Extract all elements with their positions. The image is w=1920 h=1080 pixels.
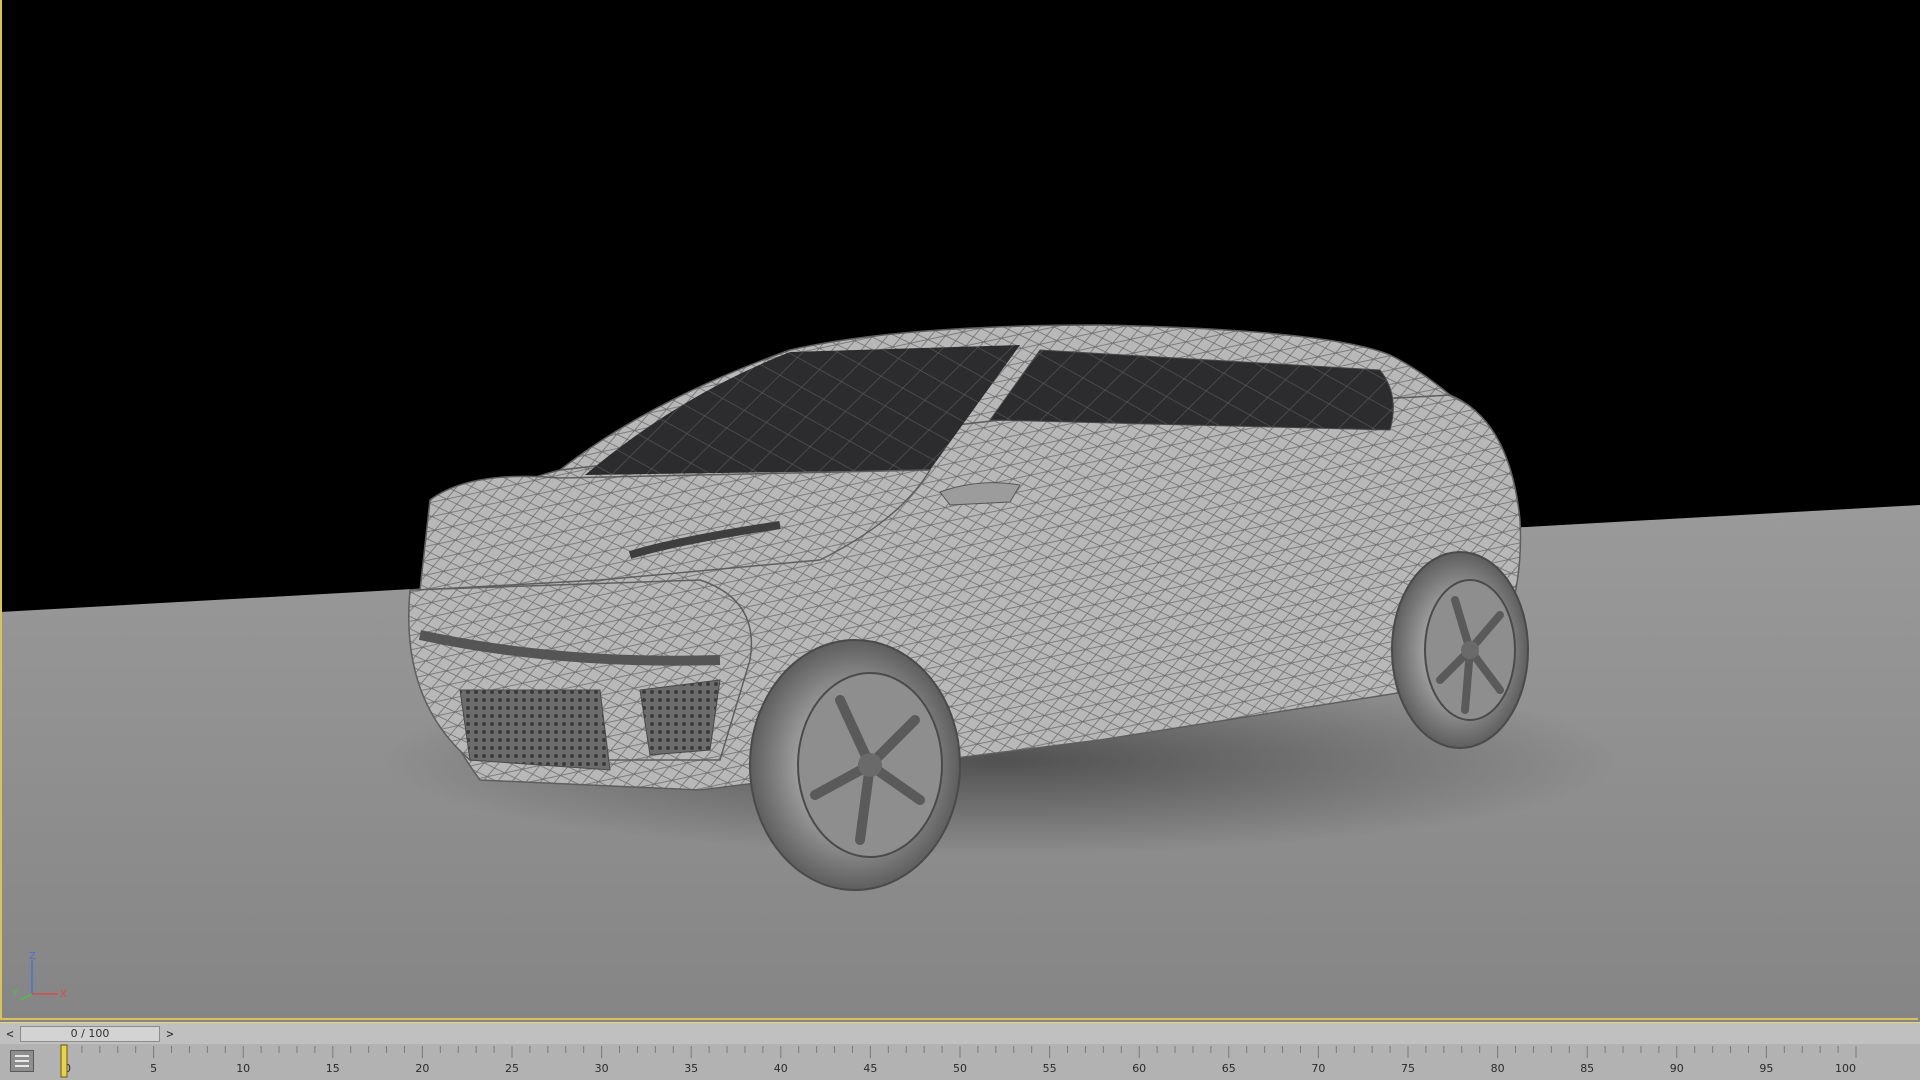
ruler-tick-label: 65: [1222, 1062, 1236, 1075]
ruler-tick-label: 55: [1043, 1062, 1057, 1075]
axis-y-label: Y: [11, 988, 19, 999]
ruler-tick-label: 10: [236, 1062, 250, 1075]
perspective-viewport[interactable]: Z X Y: [0, 0, 1920, 1022]
ruler-tick-label: 80: [1491, 1062, 1505, 1075]
ruler-tick-label: 15: [326, 1062, 340, 1075]
previous-frame-button[interactable]: <: [2, 1026, 18, 1042]
ruler-tick-label: 85: [1580, 1062, 1594, 1075]
front-wheel: [749, 639, 961, 891]
ruler-tick-label: 45: [863, 1062, 877, 1075]
ruler-tick-label: 100: [1835, 1062, 1856, 1075]
ruler-tick-label: 40: [774, 1062, 788, 1075]
timeline-panel: < 0 / 100 > 0510152025303540455055606570…: [0, 1022, 1920, 1080]
axis-x-label: X: [60, 989, 67, 1000]
curve-editor-icon[interactable]: [10, 1050, 34, 1072]
ruler-tick-label: 30: [595, 1062, 609, 1075]
axis-tripod-icon: Z X Y: [11, 951, 67, 1000]
ruler-tick-label: 50: [953, 1062, 967, 1075]
rear-wheel: [1391, 551, 1529, 749]
ruler-tick-label: 70: [1311, 1062, 1325, 1075]
time-slider-row: < 0 / 100 >: [0, 1022, 1920, 1045]
track-bar: 0510152025303540455055606570758085909510…: [0, 1044, 1920, 1080]
axis-z-label: Z: [29, 951, 36, 962]
ruler-tick-label: 35: [684, 1062, 698, 1075]
ruler-tick-label: 90: [1670, 1062, 1684, 1075]
car-model[interactable]: [0, 0, 1920, 1022]
next-frame-button[interactable]: >: [162, 1026, 178, 1042]
ruler-tick-label: 20: [415, 1062, 429, 1075]
current-frame-marker[interactable]: [60, 1044, 68, 1078]
time-slider[interactable]: 0 / 100: [20, 1026, 160, 1042]
ruler-tick-label: 60: [1132, 1062, 1146, 1075]
ruler-tick-label: 75: [1401, 1062, 1415, 1075]
ruler-tick-label: 5: [150, 1062, 157, 1075]
ruler-tick-label: 95: [1759, 1062, 1773, 1075]
frame-ruler[interactable]: 0510152025303540455055606570758085909510…: [60, 1044, 1860, 1080]
ruler-tick-label: 25: [505, 1062, 519, 1075]
